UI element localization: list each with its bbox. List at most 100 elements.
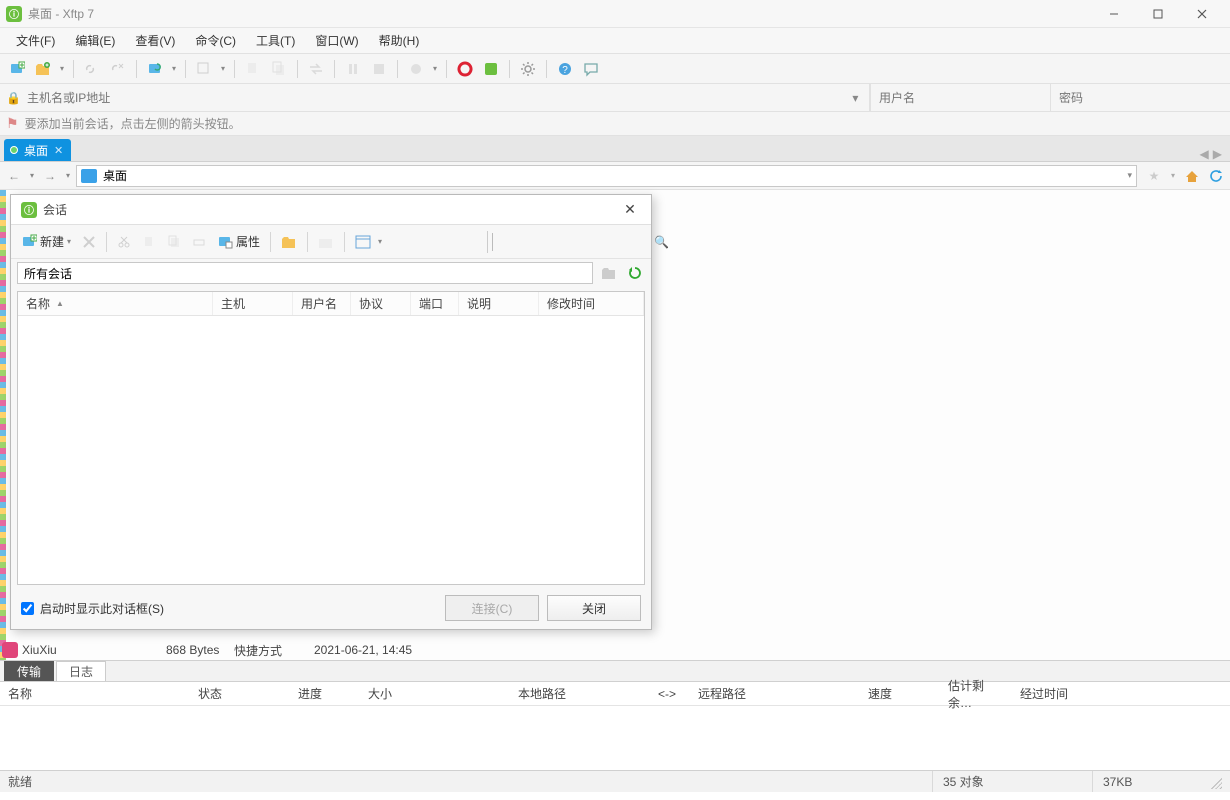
col-port[interactable]: 端口	[411, 292, 459, 315]
startup-checkbox-input[interactable]	[21, 602, 34, 615]
tcol-remote[interactable]: 远程路径	[690, 685, 860, 702]
separator	[509, 60, 510, 78]
menu-help[interactable]: 帮助(H)	[369, 29, 430, 52]
dialog-open-folder-icon[interactable]	[277, 230, 301, 254]
dialog-up-folder-icon[interactable]	[599, 263, 619, 283]
session-tab-desktop[interactable]: 桌面 ✕	[4, 139, 71, 161]
separator	[307, 232, 308, 252]
dialog-search-input[interactable]	[492, 233, 652, 251]
tcol-elapsed[interactable]: 经过时间	[1012, 685, 1230, 702]
status-ready: 就绪	[8, 771, 42, 792]
host-field-wrap: 🔒 ▾	[0, 84, 870, 111]
dialog-properties-button[interactable]: 属性	[213, 230, 264, 254]
app-icon: ⓘ	[6, 6, 22, 22]
col-user[interactable]: 用户名	[293, 292, 351, 315]
favorite-dropdown[interactable]: ▾	[1168, 166, 1178, 186]
separator	[106, 232, 107, 252]
tabs-next-icon[interactable]: ▶	[1213, 147, 1222, 161]
new-window-dropdown: ▾	[219, 64, 227, 73]
file-list-row[interactable]: XiuXiu 868 Bytes 快捷方式 2021-06-21, 14:45	[0, 640, 474, 660]
tcol-status[interactable]: 状态	[190, 685, 290, 702]
home-icon[interactable]	[1182, 166, 1202, 186]
tab-log[interactable]: 日志	[56, 661, 106, 681]
xftp-icon[interactable]	[480, 58, 502, 80]
menu-edit[interactable]: 编辑(E)	[65, 29, 125, 52]
tab-transfer[interactable]: 传输	[4, 661, 54, 681]
tcol-progress[interactable]: 进度	[290, 685, 360, 702]
username-input[interactable]	[879, 91, 1042, 105]
open-session-icon[interactable]	[32, 58, 54, 80]
resize-grip-icon[interactable]	[1208, 775, 1222, 789]
tcol-speed[interactable]: 速度	[860, 685, 940, 702]
status-size: 37KB	[1092, 771, 1202, 792]
menu-tools[interactable]: 工具(T)	[246, 29, 305, 52]
host-input[interactable]	[27, 91, 848, 105]
dialog-session-list[interactable]: 名称 主机 用户名 协议 端口 说明 修改时间	[17, 291, 645, 585]
dialog-search: 🔍	[487, 231, 645, 253]
separator	[136, 60, 137, 78]
flag-icon: ⚑	[6, 115, 19, 132]
new-session-icon[interactable]	[6, 58, 28, 80]
help-icon[interactable]: ?	[554, 58, 576, 80]
col-host[interactable]: 主机	[213, 292, 293, 315]
dialog-refresh-icon[interactable]	[625, 263, 645, 283]
dialog-view-icon[interactable]	[351, 230, 375, 254]
tcol-size[interactable]: 大小	[360, 685, 510, 702]
tcol-local[interactable]: 本地路径	[510, 685, 650, 702]
dialog-view-dropdown[interactable]: ▾	[378, 237, 382, 246]
tcol-name[interactable]: 名称	[0, 685, 190, 702]
dialog-path-input[interactable]	[24, 266, 586, 280]
dialog-list-body[interactable]	[18, 316, 644, 584]
tcol-dir[interactable]: <->	[650, 687, 690, 701]
main-toolbar: ▾ ▾ ▾ ▾ ?	[0, 54, 1230, 84]
file-modified: 2021-06-21, 14:45	[314, 643, 474, 657]
tabs-prev-icon[interactable]: ◀	[1200, 147, 1209, 161]
startup-checkbox[interactable]: 启动时显示此对话框(S)	[21, 600, 164, 617]
settings-icon[interactable]	[517, 58, 539, 80]
refresh-icon[interactable]	[1206, 166, 1226, 186]
nav-back-dropdown[interactable]: ▾	[27, 166, 37, 186]
dialog-close-icon[interactable]: ✕	[619, 199, 641, 221]
menu-command[interactable]: 命令(C)	[185, 29, 246, 52]
col-desc[interactable]: 说明	[459, 292, 539, 315]
menu-file[interactable]: 文件(F)	[6, 29, 65, 52]
new-session-button[interactable]: 新建 ▾	[17, 230, 75, 254]
close-dialog-button[interactable]: 关闭	[547, 595, 641, 621]
reconnect-icon[interactable]	[144, 58, 166, 80]
password-input[interactable]	[1059, 91, 1222, 105]
menu-view[interactable]: 查看(V)	[125, 29, 185, 52]
tcol-eta[interactable]: 估计剩余…	[940, 677, 1012, 711]
transfer-header: 名称 状态 进度 大小 本地路径 <-> 远程路径 速度 估计剩余… 经过时间	[0, 682, 1230, 706]
host-dropdown[interactable]: ▾	[848, 91, 863, 105]
col-name[interactable]: 名称	[18, 292, 213, 315]
dialog-search-icon[interactable]: 🔍	[652, 235, 671, 249]
nav-back-icon[interactable]: ←	[4, 166, 24, 186]
address-input[interactable]	[103, 169, 1127, 183]
username-field-wrap	[870, 84, 1050, 111]
transfer-tabs: 传输 日志	[0, 660, 1230, 682]
dialog-title-bar: ⓘ 会话 ✕	[11, 195, 651, 225]
swirl-icon[interactable]	[454, 58, 476, 80]
menu-window[interactable]: 窗口(W)	[305, 29, 368, 52]
transfer-body[interactable]	[0, 706, 1230, 770]
separator	[185, 60, 186, 78]
nav-forward-icon[interactable]: →	[40, 166, 60, 186]
connection-bar: 🔒 ▾	[0, 84, 1230, 112]
col-protocol[interactable]: 协议	[351, 292, 411, 315]
separator	[297, 60, 298, 78]
status-objects: 35 对象	[932, 771, 1092, 792]
maximize-button[interactable]	[1136, 0, 1180, 28]
close-button[interactable]	[1180, 0, 1224, 28]
dialog-path-input-wrap	[17, 262, 593, 284]
col-modified[interactable]: 修改时间	[539, 292, 644, 315]
reconnect-dropdown[interactable]: ▾	[170, 64, 178, 73]
minimize-button[interactable]	[1092, 0, 1136, 28]
favorite-icon[interactable]: ★	[1144, 166, 1164, 186]
separator	[546, 60, 547, 78]
nav-forward-dropdown[interactable]: ▾	[63, 166, 73, 186]
chat-icon[interactable]	[580, 58, 602, 80]
tab-close-icon[interactable]: ✕	[54, 144, 63, 157]
open-session-dropdown[interactable]: ▾	[58, 64, 66, 73]
menu-bar: 文件(F) 编辑(E) 查看(V) 命令(C) 工具(T) 窗口(W) 帮助(H…	[0, 28, 1230, 54]
address-dropdown[interactable]: ▾	[1127, 170, 1132, 181]
